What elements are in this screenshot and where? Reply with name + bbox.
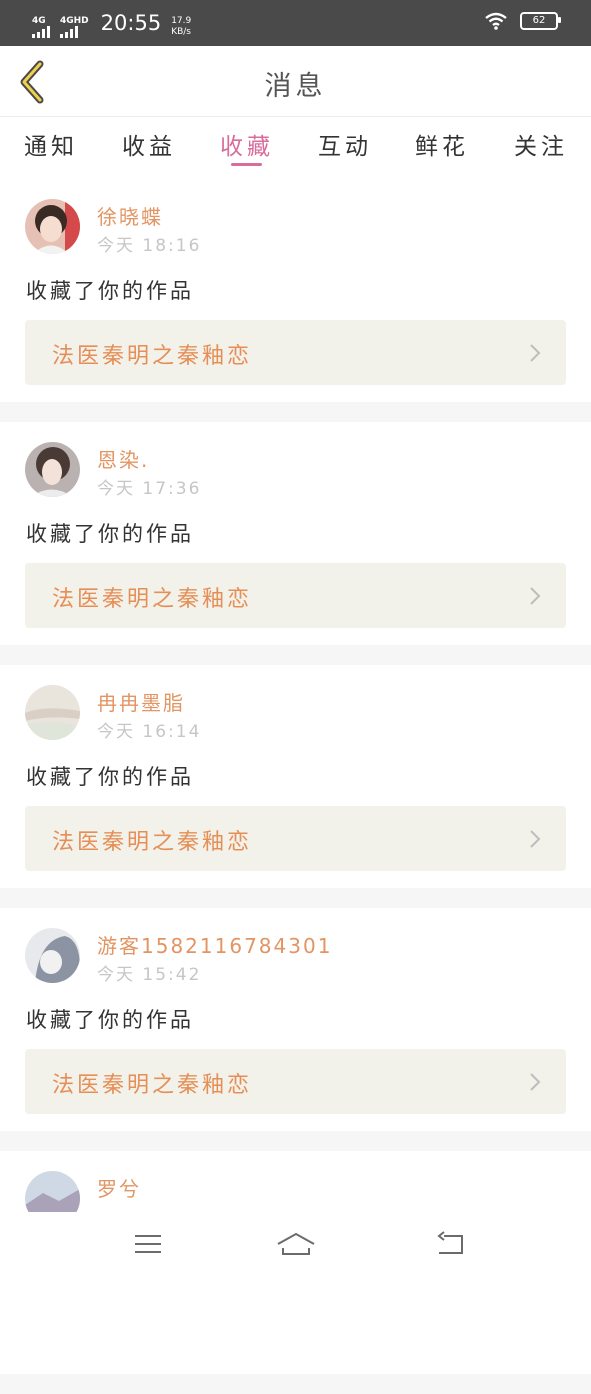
avatar[interactable] (25, 685, 80, 740)
tab-earnings[interactable]: 收益 (114, 127, 184, 161)
tab-interactions[interactable]: 互动 (310, 127, 380, 161)
page-title: 消息 (264, 71, 327, 102)
list-item: 冉冉墨脂 今天 16:14 收藏了你的作品 法医秦明之秦釉恋 (0, 665, 591, 888)
sim1-signal: 4G (32, 16, 50, 38)
menu-icon[interactable] (134, 1230, 162, 1258)
sim1-label: 4G (32, 16, 46, 26)
avatar[interactable] (25, 928, 80, 983)
active-tab-indicator (231, 163, 262, 166)
timestamp: 今天 16:14 (97, 722, 202, 742)
tab-notifications[interactable]: 通知 (16, 127, 86, 161)
timestamp: 今天 15:42 (97, 965, 202, 985)
user-name[interactable]: 游客1582116784301 (97, 930, 332, 959)
avatar[interactable] (25, 442, 80, 497)
action-text: 收藏了你的作品 (26, 765, 194, 789)
work-link[interactable]: 法医秦明之秦釉恋 (25, 806, 566, 871)
sim2-signal: 4GHD (60, 16, 89, 38)
work-link[interactable]: 法医秦明之秦釉恋 (25, 1049, 566, 1114)
user-name[interactable]: 徐晓蝶 (97, 201, 163, 230)
chevron-right-icon (530, 587, 541, 605)
list-item: 恩染. 今天 17:36 收藏了你的作品 法医秦明之秦釉恋 (0, 422, 591, 645)
action-text: 收藏了你的作品 (26, 1008, 194, 1032)
chevron-right-icon (530, 830, 541, 848)
work-link[interactable]: 法医秦明之秦釉恋 (25, 320, 566, 385)
work-title: 法医秦明之秦釉恋 (52, 587, 253, 612)
user-name[interactable]: 罗兮 (97, 1173, 141, 1202)
user-name[interactable]: 冉冉墨脂 (97, 687, 185, 716)
work-title: 法医秦明之秦釉恋 (52, 830, 253, 855)
work-title: 法医秦明之秦釉恋 (52, 1073, 253, 1098)
sim2-label: 4GHD (60, 16, 89, 26)
speed-unit: KB/s (171, 27, 191, 37)
timestamp: 今天 17:36 (97, 479, 202, 499)
tab-follows[interactable]: 关注 (506, 127, 576, 161)
battery-level: 62 (532, 15, 546, 26)
system-nav-bar (0, 1212, 591, 1280)
user-name[interactable]: 恩染. (97, 444, 149, 473)
timestamp: 今天 18:16 (97, 236, 202, 256)
action-text: 收藏了你的作品 (26, 279, 194, 303)
action-text: 收藏了你的作品 (26, 522, 194, 546)
tab-flowers[interactable]: 鲜花 (407, 127, 477, 161)
home-icon[interactable] (276, 1230, 316, 1258)
wifi-icon (485, 12, 507, 30)
speed-value: 17.9 (171, 16, 192, 26)
back-nav-icon[interactable] (436, 1230, 466, 1258)
tab-favorites[interactable]: 收藏 (212, 127, 282, 161)
nav-bar: 消息 (0, 46, 591, 117)
chevron-right-icon (530, 1073, 541, 1091)
status-bar: 4G 4GHD 20:55 17.9 KB/s 62 (0, 0, 591, 46)
network-speed: 17.9 KB/s (171, 16, 191, 38)
signal-bars-icon (60, 26, 78, 38)
tab-bar: 通知 收益 收藏 互动 鲜花 关注 (0, 117, 591, 179)
work-title: 法医秦明之秦釉恋 (52, 344, 253, 369)
battery-icon: 62 (520, 12, 561, 30)
avatar[interactable] (25, 199, 80, 254)
list-item: 徐晓蝶 今天 18:16 收藏了你的作品 法医秦明之秦釉恋 (0, 179, 591, 402)
list-item: 游客1582116784301 今天 15:42 收藏了你的作品 法医秦明之秦釉… (0, 908, 591, 1131)
chevron-right-icon (530, 344, 541, 362)
clock: 20:55 (100, 11, 162, 35)
work-link[interactable]: 法医秦明之秦釉恋 (25, 563, 566, 628)
signal-bars-icon (32, 26, 50, 38)
